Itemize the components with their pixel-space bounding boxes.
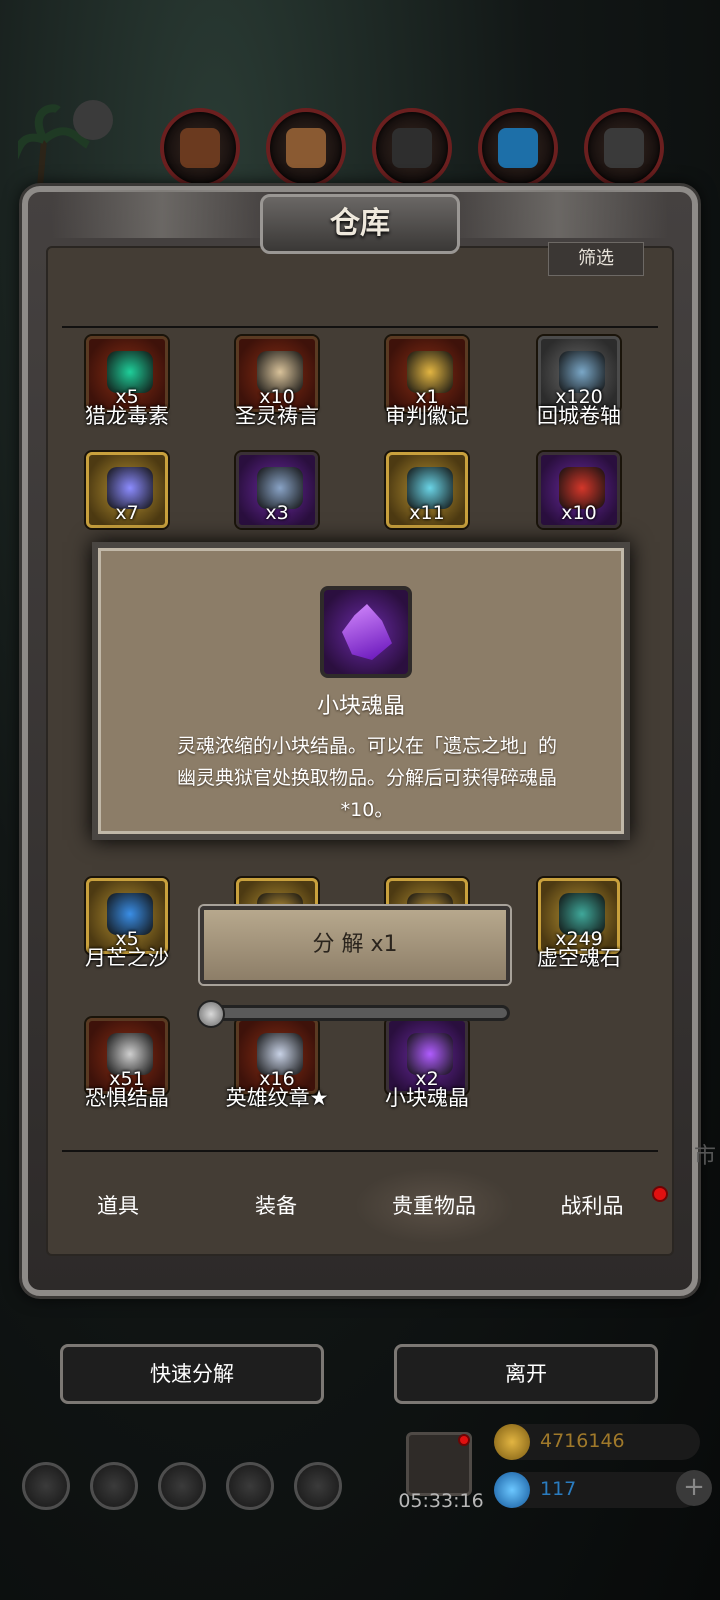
tooltip-desc-line: 幽灵典狱官处换取物品。分解后可获得碎魂晶	[176, 767, 557, 789]
inventory-item[interactable]: x3	[202, 452, 352, 542]
item-name: 英雄纹章★	[225, 1086, 329, 1110]
plank-resource-icon[interactable]	[266, 108, 346, 188]
tab-loot[interactable]: 战利品	[512, 1168, 672, 1244]
gift-timer: 05:33:16	[398, 1490, 484, 1512]
market-label[interactable]: 市	[694, 1138, 716, 1170]
quantity-slider[interactable]	[197, 1000, 510, 1028]
tab-valuables[interactable]: 贵重物品	[354, 1168, 514, 1244]
gold-coin-icon	[494, 1424, 530, 1460]
item-name: 审判徽记	[385, 404, 469, 428]
tab-items[interactable]: 道具	[38, 1168, 198, 1244]
item-name: 恐惧结晶	[85, 1086, 169, 1110]
mail-icon[interactable]	[226, 1462, 274, 1510]
quick-decompose-button[interactable]: 快速分解	[60, 1344, 324, 1404]
gem-counter: 117	[494, 1472, 700, 1508]
item-name: 猎龙毒素	[85, 404, 169, 428]
item-name: 圣灵祷言	[235, 404, 319, 428]
notification-dot	[652, 1186, 668, 1202]
inventory-item[interactable]: x5 猎龙毒素	[52, 336, 202, 428]
gem-icon	[494, 1472, 530, 1508]
inventory-item[interactable]: x16 英雄纹章★	[202, 1018, 352, 1110]
inventory-item[interactable]: x10 圣灵祷言	[202, 336, 352, 428]
tooltip-desc-line: *10。	[340, 799, 394, 821]
resource-bar	[160, 108, 680, 188]
inventory-item[interactable]: x7	[52, 452, 202, 542]
inventory-item[interactable]: x51 恐惧结晶	[52, 1018, 202, 1110]
slider-knob[interactable]	[197, 1000, 225, 1028]
map-icon[interactable]	[294, 1462, 342, 1510]
bottom-divider	[62, 1150, 658, 1152]
inventory-item[interactable]: x10	[504, 452, 654, 542]
inventory-item[interactable]: x249 虚空魂石	[504, 878, 654, 970]
hero-icon[interactable]	[90, 1462, 138, 1510]
title-ornament-left	[52, 190, 272, 238]
crystal-resource-icon[interactable]	[478, 108, 558, 188]
item-quantity: x11	[409, 502, 445, 524]
inventory-item[interactable]: x120 回城卷轴	[504, 336, 654, 428]
inventory-item[interactable]: x1 审判徽记	[352, 336, 502, 428]
tooltip-description: 灵魂浓缩的小块结晶。可以在「遗忘之地」的 幽灵典狱官处换取物品。分解后可获得碎魂…	[132, 730, 602, 826]
gold-amount: 4716146	[540, 1430, 625, 1452]
soul-crystal-icon	[320, 586, 412, 678]
inventory-item[interactable]: x11	[352, 452, 502, 542]
tooltip-title: 小块魂晶	[316, 694, 405, 719]
tooltip-desc-line: 灵魂浓缩的小块结晶。可以在「遗忘之地」的	[176, 735, 557, 757]
gem-amount: 117	[540, 1478, 577, 1500]
settings-icon[interactable]	[22, 1462, 70, 1510]
item-name: 虚空魂石	[537, 946, 621, 970]
page-title: 仓库	[260, 194, 460, 254]
inventory-item[interactable]: x5 月芒之沙	[52, 878, 202, 970]
iron-resource-icon[interactable]	[372, 108, 452, 188]
gift-notification-dot	[458, 1434, 470, 1446]
guild-icon[interactable]	[158, 1462, 206, 1510]
item-quantity: x7	[115, 502, 139, 524]
title-ornament-right	[448, 190, 668, 238]
inventory-item[interactable]: x2 小块魂晶	[352, 1018, 502, 1110]
item-name: 小块魂晶	[385, 1086, 469, 1110]
decompose-button[interactable]: 分 解 x1	[200, 906, 510, 984]
tab-equipment[interactable]: 装备	[196, 1168, 356, 1244]
leave-button[interactable]: 离开	[394, 1344, 658, 1404]
gold-counter: 4716146	[494, 1424, 700, 1460]
item-name: 回城卷轴	[537, 404, 621, 428]
category-tabs: 道具 装备 贵重物品 战利品	[38, 1168, 674, 1244]
add-currency-button[interactable]: +	[676, 1470, 712, 1506]
wood-resource-icon[interactable]	[160, 108, 240, 188]
item-name: 月芒之沙	[85, 946, 169, 970]
filter-button[interactable]: 筛选	[548, 242, 644, 276]
item-quantity: x10	[561, 502, 597, 524]
top-divider	[62, 326, 658, 328]
item-quantity: x3	[265, 502, 289, 524]
stone-resource-icon[interactable]	[584, 108, 664, 188]
item-tooltip: 小块魂晶 灵魂浓缩的小块结晶。可以在「遗忘之地」的 幽灵典狱官处换取物品。分解后…	[92, 542, 630, 840]
